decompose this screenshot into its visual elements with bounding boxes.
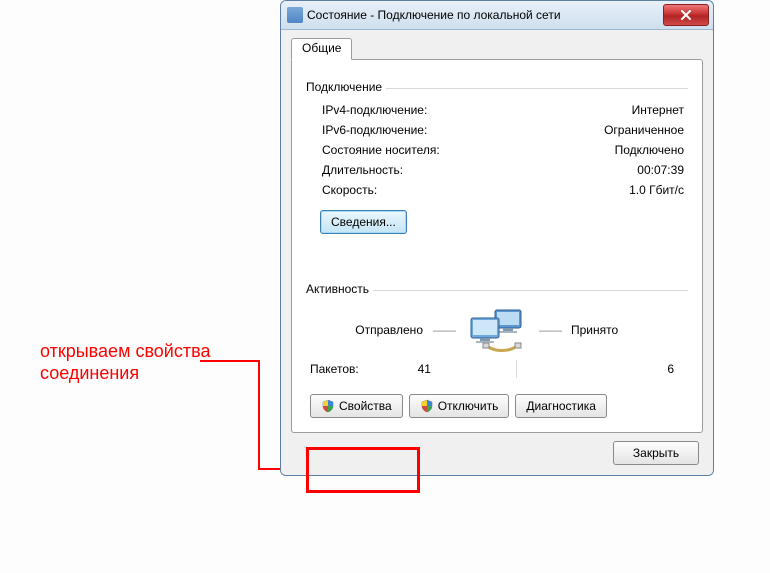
close-icon xyxy=(680,10,692,20)
connection-group-title: Подключение xyxy=(306,80,386,94)
annotation-connector xyxy=(258,360,260,470)
connection-group: Подключение IPv4-подключение: Интернет I… xyxy=(306,74,688,234)
disable-button[interactable]: Отключить xyxy=(409,394,510,418)
ipv6-label: IPv6-подключение: xyxy=(322,120,427,140)
action-button-row: Свойства Отключить Диагностика xyxy=(306,394,688,418)
titlebar[interactable]: Состояние - Подключение по локальной сет… xyxy=(281,1,713,30)
duration-label: Длительность: xyxy=(322,160,403,180)
tab-general[interactable]: Общие xyxy=(291,38,352,60)
sent-label: Отправлено xyxy=(323,323,423,337)
disable-button-label: Отключить xyxy=(438,399,499,413)
properties-button-label: Свойства xyxy=(339,399,392,413)
close-dialog-button-label: Закрыть xyxy=(633,446,679,460)
close-button[interactable] xyxy=(663,4,709,26)
annotation-text: открываем свойства соединения xyxy=(40,340,210,384)
divider-dash: —— xyxy=(433,323,455,337)
vertical-divider xyxy=(516,360,517,378)
properties-button[interactable]: Свойства xyxy=(310,394,403,418)
packets-sent-value: 41 xyxy=(359,360,490,378)
received-label: Принято xyxy=(571,323,671,337)
ipv4-value: Интернет xyxy=(632,100,684,120)
media-state-label: Состояние носителя: xyxy=(322,140,440,160)
diagnose-button-label: Диагностика xyxy=(526,399,596,413)
speed-label: Скорость: xyxy=(322,180,377,200)
close-dialog-button[interactable]: Закрыть xyxy=(613,441,699,465)
activity-group: Активность Отправлено —— xyxy=(306,276,688,378)
network-activity-icon xyxy=(465,308,529,352)
speed-value: 1.0 Гбит/с xyxy=(629,180,684,200)
ipv4-label: IPv4-подключение: xyxy=(322,100,427,120)
uac-shield-icon xyxy=(321,399,335,413)
packets-label: Пакетов: xyxy=(310,360,359,378)
tab-page-general: Подключение IPv4-подключение: Интернет I… xyxy=(291,59,703,433)
annotation-connector xyxy=(200,360,260,362)
divider-dash: —— xyxy=(539,323,561,337)
packets-received-value: 6 xyxy=(543,360,680,378)
connection-status-icon xyxy=(287,7,303,23)
details-button-label: Сведения... xyxy=(331,215,396,229)
duration-value: 00:07:39 xyxy=(637,160,684,180)
diagnose-button[interactable]: Диагностика xyxy=(515,394,607,418)
ipv6-value: Ограниченное xyxy=(604,120,684,140)
media-state-value: Подключено xyxy=(615,140,684,160)
uac-shield-icon xyxy=(420,399,434,413)
window-title: Состояние - Подключение по локальной сет… xyxy=(307,8,663,22)
details-button[interactable]: Сведения... xyxy=(320,210,407,234)
status-dialog: Состояние - Подключение по локальной сет… xyxy=(280,0,714,476)
activity-group-title: Активность xyxy=(306,282,373,296)
tab-strip: Общие xyxy=(291,38,703,60)
